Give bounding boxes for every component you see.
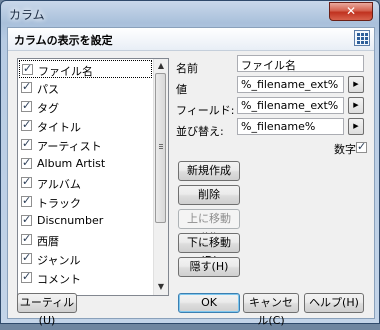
list-item-label: Discnumber [37, 214, 104, 227]
checkbox[interactable] [21, 213, 32, 226]
list-item[interactable]: パス [19, 79, 152, 97]
checkbox[interactable] [21, 156, 32, 169]
list-item-label: アルバム [37, 178, 81, 191]
checkbox[interactable] [22, 62, 33, 75]
checkbox[interactable] [21, 251, 32, 264]
new-button[interactable]: 新規作成 [178, 161, 240, 181]
name-field[interactable]: ファイル名 [237, 55, 364, 72]
list-item-label: タイトル [37, 121, 81, 134]
checkbox[interactable] [21, 270, 32, 283]
list-item[interactable]: Discnumber [19, 212, 152, 230]
list-scrollbar[interactable]: ▲ ▼ [153, 59, 168, 295]
help-button[interactable]: ヘルプ(H) [304, 293, 364, 313]
title-bar[interactable]: カラム ✕ [1, 1, 379, 27]
field-label: フィールド: [176, 104, 235, 117]
list-item[interactable]: コメント [19, 269, 152, 287]
list-item[interactable]: アルバム [19, 174, 152, 192]
list-item[interactable]: Album Artist [19, 155, 152, 173]
checkbox[interactable] [21, 137, 32, 150]
list-item-label: ファイル名 [38, 65, 93, 78]
scrollbar-thumb[interactable] [155, 73, 166, 223]
field-menu-button[interactable]: ▶ [348, 97, 364, 114]
list-item[interactable]: ファイル名 [19, 60, 152, 78]
checkbox[interactable] [21, 80, 32, 93]
dialog-client: カラムの表示を設定 ファイル名 パス タグ タイトル [7, 27, 375, 327]
sort-label: 並び替え: [176, 125, 224, 138]
numeric-checkbox[interactable] [356, 140, 367, 153]
name-label: 名前 [176, 62, 198, 75]
ok-button[interactable]: OK [178, 293, 240, 313]
window-title: カラム [9, 8, 45, 22]
list-item-label: Album Artist [37, 157, 106, 170]
move-up-button[interactable]: 上に移動(U) [178, 209, 240, 243]
list-item-label: 西暦 [37, 235, 59, 248]
list-item[interactable]: ジャンル [19, 250, 152, 268]
cancel-button[interactable]: キャンセル(C) [243, 293, 299, 327]
move-down-button[interactable]: 下に移動(D) [178, 233, 240, 267]
scroll-up-icon[interactable]: ▲ [156, 61, 166, 71]
delete-button[interactable]: 削除 [178, 185, 240, 205]
list-item[interactable]: タイトル [19, 117, 152, 135]
scroll-down-icon[interactable]: ▼ [156, 282, 166, 292]
checkbox[interactable] [21, 118, 32, 131]
close-button[interactable]: ✕ [329, 2, 373, 21]
utility-button[interactable]: ユーティル(U) [17, 293, 77, 327]
list-item-label: トラック [37, 197, 81, 210]
value-menu-button[interactable]: ▶ [348, 76, 364, 93]
list-item-label: タグ [37, 102, 59, 115]
value-label: 値 [176, 83, 187, 96]
hide-button[interactable]: 隠す(H) [178, 257, 240, 277]
list-item[interactable]: トラック [19, 193, 152, 211]
list-item-label: パス [37, 83, 59, 96]
dialog-window: カラム ✕ カラムの表示を設定 ファイル名 パス タグ [0, 0, 380, 327]
checkbox[interactable] [21, 232, 32, 245]
column-list[interactable]: ファイル名 パス タグ タイトル アーティスト Album Artist [17, 58, 169, 296]
numeric-label: 数字 [334, 143, 356, 156]
list-item[interactable]: アーティスト [19, 136, 152, 154]
checkbox[interactable] [21, 99, 32, 112]
list-item-label: ジャンル [37, 254, 81, 267]
dialog-header: カラムの表示を設定 [8, 28, 374, 51]
sort-field[interactable]: %_filename% [237, 118, 344, 135]
value-field[interactable]: %_filename_ext% [237, 76, 344, 93]
list-item-label: アーティスト [37, 140, 102, 153]
list-item[interactable]: タグ [19, 98, 152, 116]
header-title: カラムの表示を設定 [14, 34, 113, 47]
list-item-label: コメント [37, 273, 81, 286]
field-field[interactable]: %_filename_ext% [237, 97, 344, 114]
sort-menu-button[interactable]: ▶ [348, 118, 364, 135]
list-item[interactable]: 西暦 [19, 231, 152, 249]
checkbox[interactable] [21, 175, 32, 188]
grid-icon[interactable] [354, 30, 370, 46]
checkbox[interactable] [21, 194, 32, 207]
